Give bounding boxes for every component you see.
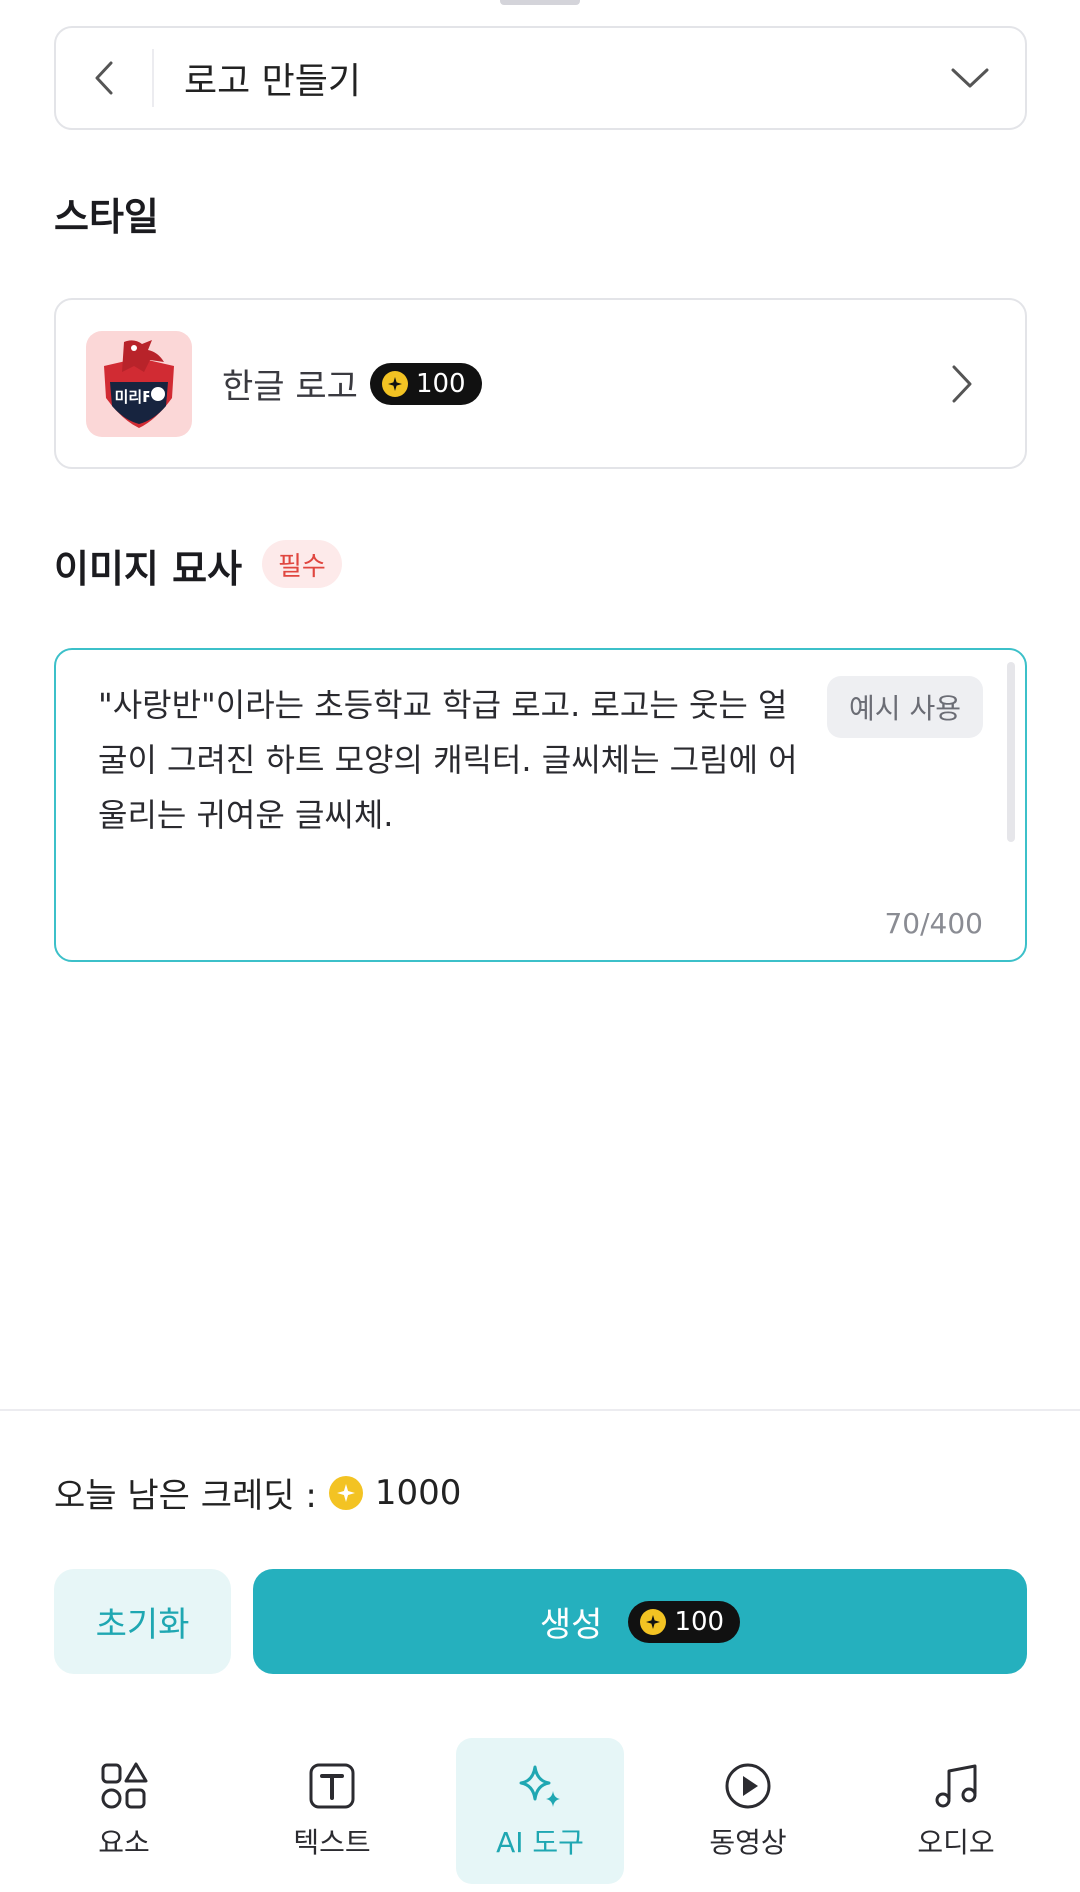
description-textarea[interactable]: "사랑반"이라는 초등학교 학급 로고. 로고는 웃는 얼굴이 그려진 하트 모… xyxy=(54,648,1027,962)
nav-label: 텍스트 xyxy=(293,1826,371,1859)
shapes-icon xyxy=(101,1762,148,1809)
credits-amount: 1000 xyxy=(374,1472,462,1513)
nav-item-video[interactable]: 동영상 xyxy=(664,1738,832,1884)
nav-item-text[interactable]: 텍스트 xyxy=(248,1738,416,1884)
style-heading: 스타일 xyxy=(54,195,159,239)
description-text[interactable]: "사랑반"이라는 초등학교 학급 로고. 로고는 웃는 얼굴이 그려진 하트 모… xyxy=(98,678,798,843)
nav-label: 동영상 xyxy=(709,1826,787,1859)
nav-label: 오디오 xyxy=(917,1826,995,1859)
style-card[interactable]: 미리FC 한글 로고 100 xyxy=(54,298,1027,469)
nav-item-elements[interactable]: 요소 xyxy=(40,1738,208,1884)
footer-divider xyxy=(0,1409,1080,1411)
chevron-right-icon xyxy=(952,365,972,402)
style-name: 한글 로고 xyxy=(222,367,358,407)
chevron-down-icon xyxy=(951,68,989,88)
back-button[interactable] xyxy=(56,28,152,128)
nav-label: 요소 xyxy=(98,1826,150,1859)
credit-coin-icon xyxy=(328,1475,363,1510)
generate-button[interactable]: 생성 100 xyxy=(253,1569,1027,1674)
nav-item-audio[interactable]: 오디오 xyxy=(872,1738,1040,1884)
text-t-icon xyxy=(309,1763,355,1809)
play-circle-icon xyxy=(725,1763,771,1809)
credits-label: 오늘 남은 크레딧 : xyxy=(54,1476,317,1516)
style-thumbnail: 미리FC xyxy=(86,330,192,437)
required-badge: 필수 xyxy=(262,540,342,588)
eagle-crest-logo-icon: 미리FC xyxy=(104,339,174,428)
description-heading: 이미지 묘사 xyxy=(54,547,243,591)
sparkle-icon xyxy=(519,1765,560,1807)
credit-coin-icon xyxy=(381,370,408,397)
style-credit-value: 100 xyxy=(415,368,466,399)
generate-credit-badge: 100 xyxy=(628,1600,741,1643)
textarea-scrollbar[interactable] xyxy=(1007,662,1015,842)
use-example-button[interactable]: 예시 사용 xyxy=(827,676,983,738)
generate-label: 생성 xyxy=(539,1605,603,1645)
music-note-icon xyxy=(935,1764,977,1808)
character-counter: 70/400 xyxy=(884,907,983,940)
reset-button[interactable]: 초기화 xyxy=(54,1569,231,1674)
nav-label: AI 도구 xyxy=(496,1826,584,1859)
ai-logo-panel: 로고 만들기 스타일 미리FC 한글 로고 100 이미지 묘사 필수 "사랑반… xyxy=(0,0,1080,1892)
generate-credit-value: 100 xyxy=(674,1606,725,1637)
style-credit-badge: 100 xyxy=(369,362,482,405)
dropdown-toggle[interactable] xyxy=(915,28,1025,128)
credit-coin-icon xyxy=(640,1608,667,1635)
remaining-credits: 오늘 남은 크레딧 : 1000 xyxy=(54,1468,461,1517)
nav-item-ai-tools[interactable]: AI 도구 xyxy=(456,1738,624,1884)
bottom-navigation: 요소 텍스트 AI 도구 동영상 오디오 xyxy=(0,1738,1080,1888)
chevron-left-icon xyxy=(95,61,113,95)
sheet-grab-handle[interactable] xyxy=(500,0,580,5)
tool-title: 로고 만들기 xyxy=(184,61,362,102)
tool-selector[interactable]: 로고 만들기 xyxy=(54,26,1027,130)
